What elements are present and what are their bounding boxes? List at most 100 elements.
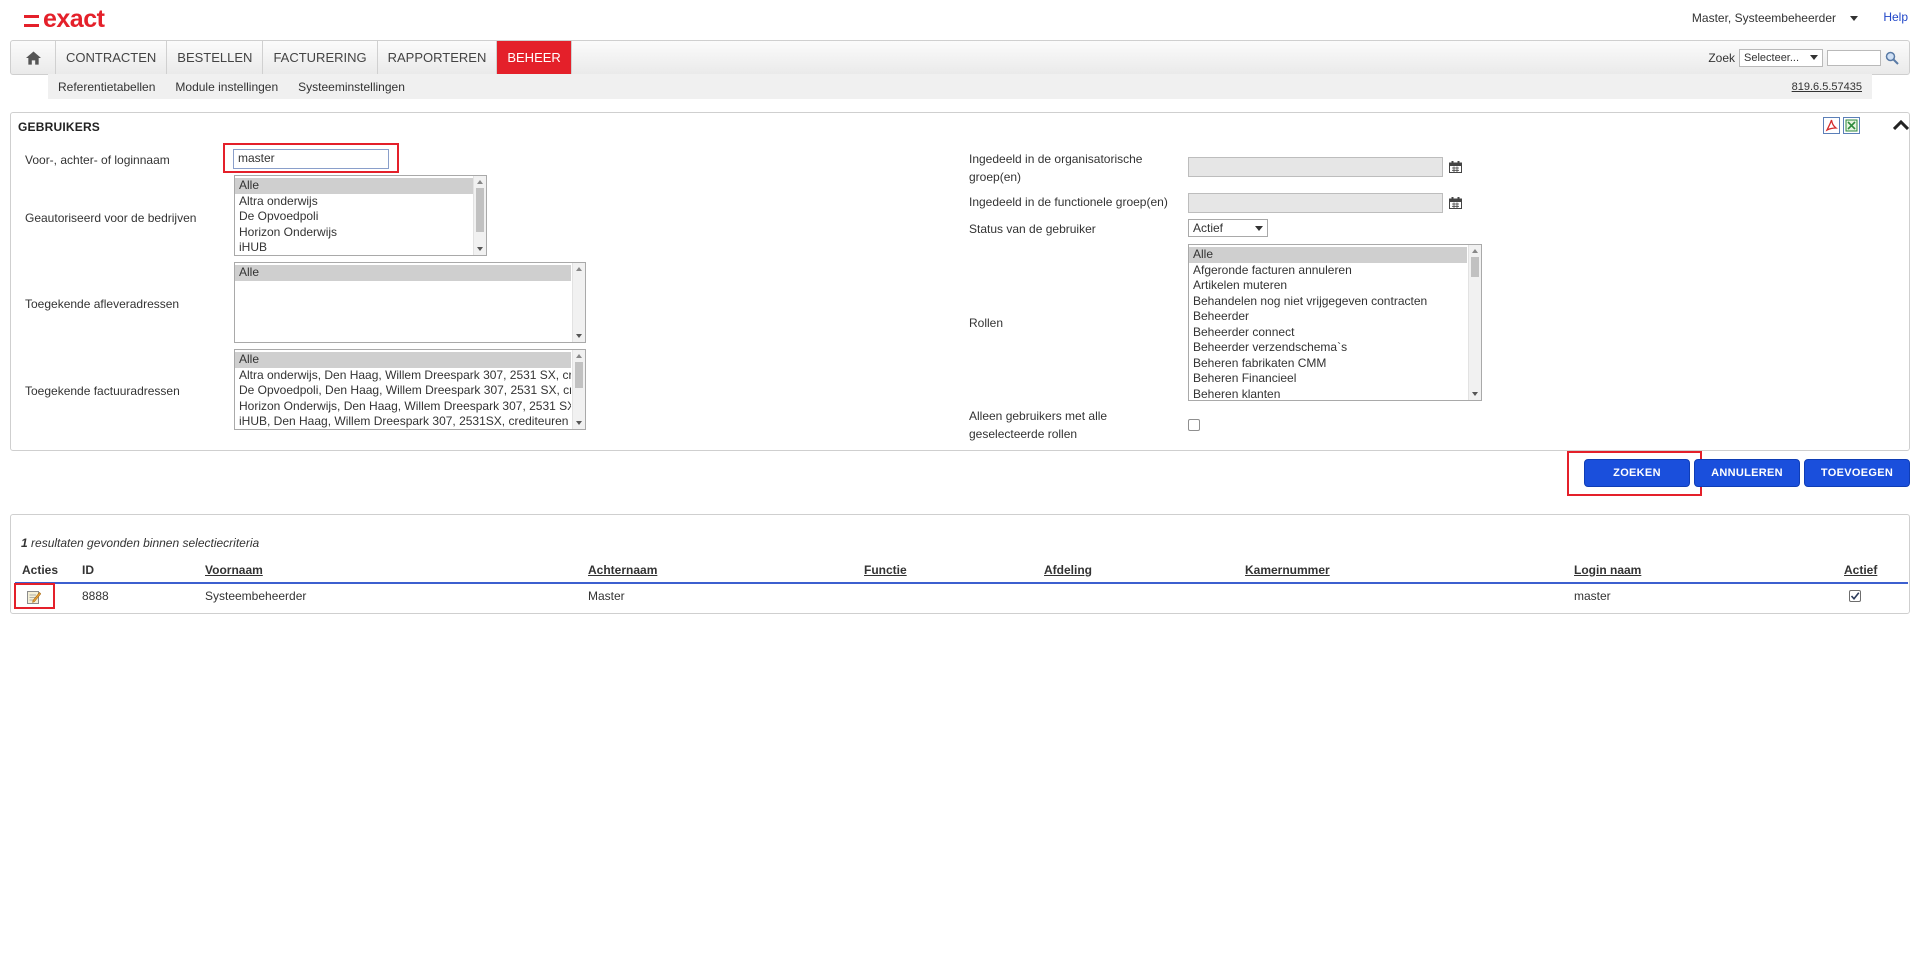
active-checkbox[interactable] bbox=[1849, 590, 1861, 602]
home-button[interactable] bbox=[11, 41, 56, 74]
name-label: Voor-, achter- of loginnaam bbox=[25, 153, 170, 167]
list-item[interactable]: Alle bbox=[1189, 247, 1467, 263]
cell-voornaam: Systeembeheerder bbox=[205, 589, 307, 603]
org-group-input[interactable] bbox=[1188, 157, 1443, 177]
filter-panel: GEBRUIKERS Voor-, achter- of loginnaam m… bbox=[10, 112, 1910, 451]
list-item[interactable]: Beheerder connect bbox=[1189, 325, 1481, 341]
nav-rapporteren[interactable]: RAPPORTEREN bbox=[378, 41, 498, 74]
list-item[interactable]: Beheerder verzendschema`s bbox=[1189, 340, 1481, 356]
logo-text: exact bbox=[43, 5, 105, 33]
scroll-up-icon bbox=[576, 354, 582, 358]
list-item[interactable]: Horizon Onderwijs bbox=[235, 225, 486, 241]
col-kamernummer[interactable]: Kamernummer bbox=[1245, 563, 1330, 577]
nav-beheer[interactable]: BEHEER bbox=[497, 41, 572, 74]
table-header-divider bbox=[15, 582, 1908, 584]
cell-login-naam: master bbox=[1574, 589, 1611, 603]
search-button[interactable]: ZOEKEN bbox=[1584, 459, 1690, 487]
companies-listbox[interactable]: Alle Altra onderwijs De Opvoedpoli Horiz… bbox=[234, 175, 487, 256]
list-item[interactable]: Beheerder bbox=[1189, 309, 1481, 325]
companies-label: Geautoriseerd voor de bedrijven bbox=[25, 211, 197, 225]
calendar-icon[interactable] bbox=[1449, 161, 1462, 173]
home-icon bbox=[25, 50, 41, 65]
results-count: 1 resultaten gevonden binnen selectiecri… bbox=[21, 536, 260, 550]
excel-export-icon[interactable] bbox=[1843, 117, 1860, 134]
func-group-label: Ingedeeld in de functionele groep(en) bbox=[969, 195, 1168, 209]
checkmark-icon bbox=[1850, 592, 1860, 601]
scroll-down-icon bbox=[477, 247, 483, 251]
main-nav: CONTRACTEN BESTELLEN FACTURERING RAPPORT… bbox=[10, 40, 1910, 75]
scroll-down-icon bbox=[576, 421, 582, 425]
search-icon[interactable] bbox=[1885, 51, 1899, 65]
col-acties: Acties bbox=[22, 563, 59, 577]
user-menu[interactable]: Master, Systeembeheerder bbox=[1692, 11, 1858, 25]
list-item[interactable]: Alle bbox=[235, 265, 571, 281]
delivery-listbox[interactable]: Alle bbox=[234, 262, 586, 343]
list-item[interactable]: Altra onderwijs, Den Haag, Willem Dreesp… bbox=[235, 368, 571, 384]
nav-contracten[interactable]: CONTRACTEN bbox=[56, 41, 168, 74]
nav-facturering[interactable]: FACTURERING bbox=[263, 41, 378, 74]
col-afdeling[interactable]: Afdeling bbox=[1044, 563, 1092, 577]
invoice-scrollbar[interactable] bbox=[572, 350, 585, 429]
subnav-referentietabellen[interactable]: Referentietabellen bbox=[58, 80, 155, 94]
collapse-icon[interactable] bbox=[1893, 120, 1909, 130]
col-voornaam[interactable]: Voornaam bbox=[205, 563, 263, 577]
user-name: Master, Systeembeheerder bbox=[1691, 11, 1836, 25]
scroll-down-icon bbox=[1472, 392, 1478, 396]
list-item[interactable]: Beheren fabrikaten CMM bbox=[1189, 356, 1481, 372]
nav-bestellen[interactable]: BESTELLEN bbox=[167, 41, 264, 74]
list-item[interactable]: Behandelen nog niet vrijgegeven contract… bbox=[1189, 294, 1481, 310]
list-item[interactable]: Beheren Financieel bbox=[1189, 371, 1481, 387]
companies-scrollbar[interactable] bbox=[473, 176, 486, 255]
delivery-scrollbar[interactable] bbox=[572, 263, 585, 342]
list-item[interactable]: Alle bbox=[235, 352, 571, 368]
add-button[interactable]: TOEVOEGEN bbox=[1804, 459, 1910, 487]
cancel-button[interactable]: ANNULEREN bbox=[1694, 459, 1800, 487]
chevron-down-icon bbox=[1255, 225, 1263, 231]
invoice-listbox[interactable]: Alle Altra onderwijs, Den Haag, Willem D… bbox=[234, 349, 586, 430]
sub-nav: Referentietabellen Module instellingen S… bbox=[48, 74, 1872, 99]
subnav-systeeminstellingen[interactable]: Systeeminstellingen bbox=[298, 80, 405, 94]
list-item[interactable]: Afgeronde facturen annuleren bbox=[1189, 263, 1481, 279]
list-item[interactable]: Beheren klanten bbox=[1189, 387, 1481, 401]
panel-title: GEBRUIKERS bbox=[18, 120, 101, 134]
status-label: Status van de gebruiker bbox=[969, 222, 1096, 236]
search-label: Zoek bbox=[1708, 50, 1735, 65]
invoice-label: Toegekende factuuradressen bbox=[25, 384, 180, 398]
list-item[interactable]: Artikelen muteren bbox=[1189, 278, 1481, 294]
col-actief[interactable]: Actief bbox=[1844, 563, 1877, 577]
all-roles-label: Alleen gebruikers met alle geselecteerde… bbox=[969, 409, 1108, 441]
version-link[interactable]: 819.6.5.57435 bbox=[1792, 81, 1862, 93]
scroll-up-icon bbox=[477, 180, 483, 184]
delivery-label: Toegekende afleveradressen bbox=[25, 297, 180, 311]
subnav-module-instellingen[interactable]: Module instellingen bbox=[175, 80, 278, 94]
all-roles-checkbox[interactable] bbox=[1188, 419, 1200, 431]
exact-logo[interactable]: exact bbox=[24, 5, 105, 33]
list-item[interactable]: De Opvoedpoli, Den Haag, Willem Dreespar… bbox=[235, 383, 571, 399]
roles-label: Rollen bbox=[969, 316, 1004, 330]
func-group-input[interactable] bbox=[1188, 193, 1443, 213]
list-item[interactable]: Horizon Onderwijs, Den Haag, Willem Dree… bbox=[235, 399, 571, 415]
status-select[interactable]: Actief bbox=[1188, 219, 1268, 237]
help-link[interactable]: Help bbox=[1883, 10, 1908, 24]
edit-icon[interactable] bbox=[27, 590, 41, 604]
roles-scrollbar[interactable] bbox=[1468, 245, 1481, 400]
pdf-export-icon[interactable] bbox=[1823, 117, 1840, 134]
list-item[interactable]: iHUB bbox=[235, 240, 486, 255]
list-item[interactable]: Alle bbox=[235, 178, 486, 194]
list-item[interactable]: iHUB, Den Haag, Willem Dreespark 307, 25… bbox=[235, 414, 571, 429]
results-panel: 1 resultaten gevonden binnen selectiecri… bbox=[10, 514, 1910, 614]
cell-achternaam: Master bbox=[588, 589, 625, 603]
name-input[interactable]: master bbox=[233, 149, 389, 169]
search-input[interactable] bbox=[1827, 49, 1881, 66]
calendar-icon[interactable] bbox=[1449, 197, 1462, 209]
chevron-down-icon[interactable] bbox=[1850, 15, 1858, 21]
list-item[interactable]: De Opvoedpoli bbox=[235, 209, 486, 225]
list-item[interactable]: Altra onderwijs bbox=[235, 194, 486, 210]
roles-listbox[interactable]: Alle Afgeronde facturen annuleren Artike… bbox=[1188, 244, 1482, 401]
col-login-naam[interactable]: Login naam bbox=[1574, 563, 1641, 577]
search-type-select[interactable]: Selecteer... bbox=[1739, 48, 1823, 67]
col-achternaam[interactable]: Achternaam bbox=[588, 563, 657, 577]
scroll-up-icon bbox=[576, 267, 582, 271]
col-functie[interactable]: Functie bbox=[864, 563, 907, 577]
cell-id: 8888 bbox=[82, 589, 109, 603]
